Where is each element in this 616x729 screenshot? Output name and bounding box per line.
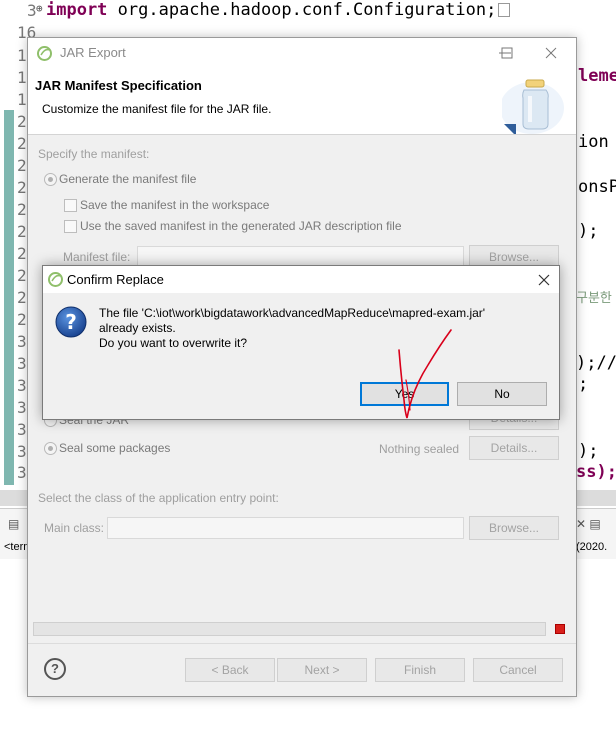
svg-text:?: ? [65,310,77,334]
confirm-replace-dialog: Confirm Replace ? The file 'C:\iot\work\… [42,265,560,420]
question-icon: ? [55,306,87,338]
next-button[interactable]: Next > [277,658,367,682]
nothing-sealed-status: Nothing sealed [379,442,460,456]
code-fragment: onsP [578,177,616,197]
seal-some-radio[interactable] [44,442,57,455]
maximize-icon [501,47,513,59]
specify-manifest-label: Specify the manifest: [38,147,150,161]
import-line: import org.apache.hadoop.conf.Configurat… [46,0,511,20]
main-class-browse-button[interactable]: Browse... [469,516,559,540]
reuse-manifest-checkbox[interactable] [64,220,77,233]
reuse-manifest-label: Use the saved manifest in the generated … [80,219,402,233]
change-ruler [4,110,14,485]
eclipse-leaf-icon [37,46,52,61]
expand-import-icon[interactable]: ⊕ [36,2,43,15]
confirm-title: Confirm Replace [67,272,164,287]
footer-separator [28,643,576,644]
console-toolbar-icon[interactable]: ✕ ▤ [576,517,601,531]
folded-imports-icon[interactable] [498,3,511,17]
console-icon[interactable]: ▤ [8,517,19,531]
code-fragment: ion [578,132,609,152]
confirm-title-bar: Confirm Replace [43,266,559,293]
finish-button[interactable]: Finish [375,658,465,682]
code-fragment: ); [578,441,599,461]
wizard-title: JAR Export [60,45,126,60]
code-fragment: ); [578,221,599,241]
generate-manifest-label: Generate the manifest file [59,172,197,186]
close-icon [545,47,557,59]
seal-some-details-button[interactable]: Details... [469,436,559,460]
code-fragment: ss); [576,462,616,482]
wizard-header: JAR Manifest Specification Customize the… [28,68,576,135]
eclipse-leaf-icon [48,272,63,287]
import-keyword: import [46,0,108,20]
stop-icon[interactable] [555,624,565,634]
help-icon[interactable]: ? [44,658,66,680]
message-line: The file 'C:\iot\work\bigdatawork\advanc… [99,306,486,320]
red-checkmark-annotation [398,329,452,419]
maximize-button[interactable] [496,42,518,64]
back-button[interactable]: < Back [185,658,275,682]
console-date-fragment: (2020. [576,541,608,553]
close-icon [538,274,550,286]
code-fragment: );// [576,353,616,373]
wizard-title-bar: JAR Export [28,38,576,68]
main-class-label: Main class: [44,521,105,535]
generate-manifest-radio[interactable] [44,173,57,186]
save-manifest-label: Save the manifest in the workspace [80,198,270,212]
import-text: org.apache.hadoop.conf.Configuration; [107,0,497,20]
progress-bar [33,622,546,636]
jar-banner-icon [502,79,564,134]
seal-some-label: Seal some packages [59,441,171,455]
close-button[interactable] [540,42,562,64]
page-description: Customize the manifest file for the JAR … [42,102,272,116]
confirm-close-button[interactable] [533,269,555,291]
cancel-button[interactable]: Cancel [473,658,563,682]
code-fragment: leme [578,66,616,86]
main-class-input[interactable] [107,517,464,539]
manifest-file-label: Manifest file: [63,250,131,264]
no-button[interactable]: No [457,382,547,406]
entry-point-label: Select the class of the application entr… [38,491,279,505]
page-title: JAR Manifest Specification [35,78,202,93]
save-manifest-checkbox[interactable] [64,199,77,212]
code-fragment: ; [578,374,589,394]
code-comment-fragment: 구분한 [576,291,612,306]
